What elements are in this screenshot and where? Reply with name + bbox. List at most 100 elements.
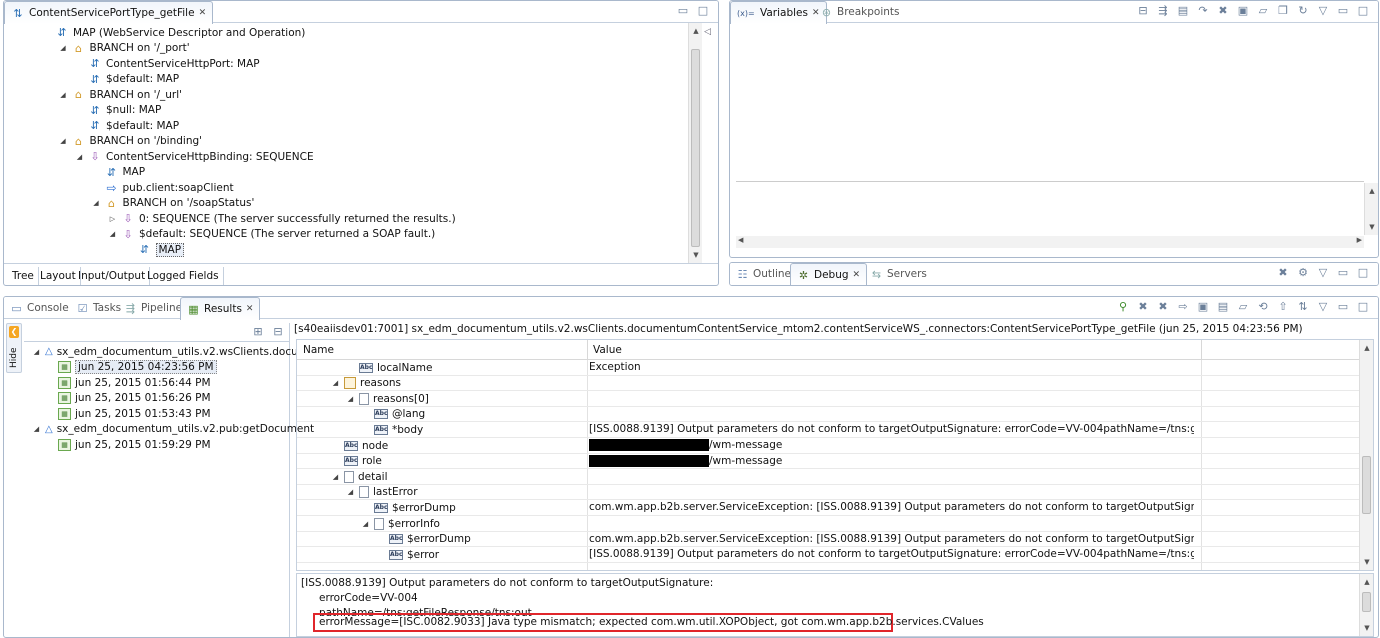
collapse-all-icon[interactable]: ⊟ (271, 325, 285, 339)
message-area[interactable]: [ISS.0088.9139] Output parameters do not… (296, 573, 1374, 637)
tree-item[interactable]: ⇵ MAP (92, 165, 145, 180)
editor-scrollbar[interactable]: ▲ ▼ (688, 23, 702, 263)
view-menu-icon[interactable]: ▽ (1316, 4, 1330, 18)
copy-icon[interactable]: ❐ (1276, 4, 1290, 18)
column-header-value[interactable]: Value (593, 344, 622, 356)
tree-item[interactable]: ◢ ⌂ BRANCH on '/soapStatus' (92, 196, 254, 211)
run-icon[interactable]: ⚲ (1116, 300, 1130, 314)
pipeline-row[interactable]: ◢ reasons[0] (346, 391, 429, 406)
pipeline-row[interactable]: Abc $error (376, 547, 439, 562)
tab-results[interactable]: ▦ Results ✕ (180, 297, 261, 320)
disconnect-icon[interactable]: ⚙ (1296, 266, 1310, 280)
tree-item[interactable]: ◢ ⌂ BRANCH on '/binding' (59, 134, 202, 149)
field-value[interactable]: Exception (589, 361, 1194, 373)
expand-toggle-icon[interactable]: ◢ (32, 425, 41, 433)
tree-item[interactable]: ⇵ MAP (125, 242, 185, 257)
collapse-left-icon[interactable]: ❮ (9, 326, 19, 338)
show-types-icon[interactable]: ⇶ (1156, 4, 1170, 18)
pipeline-row[interactable]: Abc $errorDump (376, 532, 471, 547)
tab-editor-file[interactable]: ⇅ ContentServicePortType_getFile ✕ (4, 1, 214, 24)
scroll-up-icon[interactable]: ▲ (1365, 185, 1378, 197)
expand-toggle-icon[interactable]: ◢ (92, 199, 101, 207)
save-icon[interactable]: ▣ (1196, 300, 1210, 314)
history-run-item[interactable]: ▦ jun 25, 2015 01:59:29 PM (58, 437, 211, 452)
field-value[interactable]: com.wm.app.b2b.server.ServiceException: … (589, 501, 1194, 513)
maximize-icon[interactable]: □ (1356, 4, 1370, 18)
variables-scrollbar[interactable]: ▲ ▼ (1364, 183, 1378, 235)
pipeline-row[interactable]: ◢ detail (331, 469, 388, 484)
pipeline-row[interactable]: Abc @lang (361, 407, 425, 422)
remove-all-icon[interactable]: ✖ (1276, 266, 1290, 280)
pipeline-row[interactable]: ◢ reasons (331, 376, 401, 391)
pipeline-row[interactable]: Abc node (331, 438, 388, 453)
expand-toggle-icon[interactable]: ◢ (346, 395, 355, 403)
expand-toggle-icon[interactable]: ◢ (361, 520, 370, 528)
scroll-thumb[interactable] (691, 49, 700, 247)
scroll-up-icon[interactable]: ▲ (1360, 576, 1373, 588)
variables-hscrollbar[interactable]: ◀ ▶ (736, 236, 1364, 248)
expand-toggle-icon[interactable]: ◢ (59, 44, 68, 52)
expand-toggle-icon[interactable]: ▷ (108, 215, 117, 223)
field-value[interactable]: [ISS.0088.9139] Output parameters do not… (589, 423, 1194, 435)
tree-item[interactable]: ⇨ pub.client:soapClient (92, 180, 233, 195)
tab-input-output[interactable]: Input/Output (74, 267, 151, 285)
scroll-down-icon[interactable]: ▼ (1365, 221, 1378, 233)
tree-item[interactable]: ⇵ ContentServiceHttpPort: MAP (75, 56, 259, 71)
tree-item[interactable]: ▷ ⇩ 0: SEQUENCE (The server successfully r… (108, 211, 456, 226)
history-service-item[interactable]: ◢ △ sx_edm_documentum_utils.v2.pub:getDocu… (32, 422, 314, 437)
close-icon[interactable]: ✕ (199, 8, 207, 18)
open-icon[interactable]: ▱ (1236, 300, 1250, 314)
column-header-name[interactable]: Name (303, 344, 334, 356)
expand-toggle-icon[interactable]: ◢ (59, 91, 68, 99)
pipeline-row[interactable]: ◢ $errorInfo (361, 516, 440, 531)
maximize-icon[interactable]: □ (1356, 300, 1370, 314)
remove-icon[interactable]: ✖ (1216, 4, 1230, 18)
pipeline-scrollbar[interactable]: ▲ ▼ (1359, 340, 1373, 570)
collapse-all-icon[interactable]: ⊟ (1136, 4, 1150, 18)
tab-outline[interactable]: ☷ Outline (730, 263, 797, 285)
maximize-icon[interactable]: □ (696, 4, 710, 18)
tab-debug[interactable]: ✲ Debug ✕ (790, 263, 868, 285)
export-icon[interactable]: ⇨ (1176, 300, 1190, 314)
close-icon[interactable]: ✕ (853, 270, 861, 280)
layout-icon[interactable]: ▤ (1176, 4, 1190, 18)
minimize-icon[interactable]: ▭ (1336, 266, 1350, 280)
expand-toggle-icon[interactable]: ◢ (346, 488, 355, 496)
step-icon[interactable]: ↷ (1196, 4, 1210, 18)
tab-pipeline[interactable]: ⇶ Pipeline (118, 297, 188, 319)
sort-icon[interactable]: ⇅ (1296, 300, 1310, 314)
expand-toggle-icon[interactable]: ◢ (108, 230, 117, 238)
import-icon[interactable]: ⇧ (1276, 300, 1290, 314)
tree-item[interactable]: ◢ ⌂ BRANCH on '/_port' (59, 41, 189, 56)
expand-toggle-icon[interactable]: ◢ (32, 348, 41, 356)
tree-item[interactable]: ⇵ MAP (WebService Descriptor and Operatio… (42, 25, 305, 40)
history-run-item[interactable]: ▦ jun 25, 2015 04:23:56 PM (58, 360, 217, 375)
hide-strip[interactable]: ❮ Hide (6, 323, 22, 373)
tab-tree[interactable]: Tree (8, 267, 39, 285)
field-value[interactable]: /wm-message (589, 439, 1194, 451)
history-run-item[interactable]: ▦ jun 25, 2015 01:56:26 PM (58, 391, 211, 406)
message-scrollbar[interactable]: ▲ ▼ (1359, 574, 1373, 636)
tab-logged-fields[interactable]: Logged Fields (143, 267, 224, 285)
maximize-icon[interactable]: □ (1356, 266, 1370, 280)
pipeline-row[interactable]: Abc localName (346, 360, 432, 375)
expand-toggle-icon[interactable]: ◢ (59, 137, 68, 145)
view-menu-icon[interactable]: ▽ (1316, 300, 1330, 314)
scroll-down-icon[interactable]: ▼ (689, 249, 703, 261)
scroll-thumb[interactable] (1362, 592, 1371, 612)
pipeline-row[interactable]: Abc role (331, 454, 382, 469)
history-run-item[interactable]: ▦ jun 25, 2015 01:53:43 PM (58, 406, 211, 421)
pipeline-row[interactable]: Abc $errorDump (361, 500, 456, 515)
minimize-icon[interactable]: ▭ (1336, 4, 1350, 18)
tab-console[interactable]: ▭ Console (4, 297, 75, 319)
refresh-icon[interactable]: ↻ (1296, 4, 1310, 18)
pipeline-row[interactable]: Abc *body (361, 422, 423, 437)
tab-servers[interactable]: ⇆ Servers (864, 263, 933, 285)
scroll-down-icon[interactable]: ▼ (1360, 556, 1374, 568)
tree-item[interactable]: ◢ ⇩ ContentServiceHttpBinding: SEQUENCE (75, 149, 314, 164)
expand-toggle-icon[interactable]: ◢ (331, 379, 340, 387)
tree-item[interactable]: ◢ ⇩ $default: SEQUENCE (The server returne… (108, 227, 435, 242)
save-icon[interactable]: ▣ (1236, 4, 1250, 18)
expand-toggle-icon[interactable]: ◢ (331, 473, 340, 481)
minimize-icon[interactable]: ▭ (1336, 300, 1350, 314)
